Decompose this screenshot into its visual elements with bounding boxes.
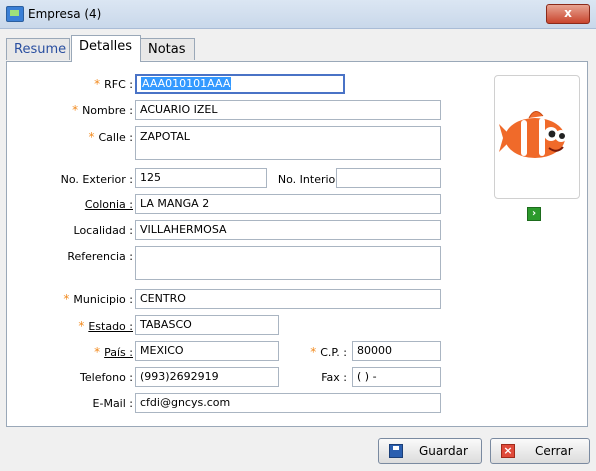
required-asterisk-icon: * [78, 319, 85, 333]
estado-field[interactable]: TABASCO [135, 315, 279, 335]
estado-label: * Estado : [78, 319, 133, 333]
rfc-label: * RFC : [94, 77, 133, 91]
required-asterisk-icon: * [310, 345, 317, 359]
rfc-field[interactable]: AAA010101AAA [135, 74, 345, 94]
required-asterisk-icon: * [94, 345, 101, 359]
tab-resume[interactable]: Resume [6, 38, 70, 60]
save-button[interactable]: Guardar [378, 438, 482, 464]
colonia-field[interactable]: LA MANGA 2 [135, 194, 441, 214]
required-asterisk-icon: * [72, 103, 79, 117]
nombre-label: * Nombre : [72, 103, 133, 117]
nombre-field[interactable]: ACUARIO IZEL [135, 100, 441, 120]
fax-field[interactable]: ( ) - [352, 367, 441, 387]
required-asterisk-icon: * [63, 292, 70, 306]
close-button[interactable]: × Cerrar [490, 438, 590, 464]
tab-notas[interactable]: Notas [140, 38, 195, 60]
email-label: E-Mail : [92, 397, 133, 410]
no-exterior-label: No. Exterior : [60, 173, 133, 186]
municipio-label: * Municipio : [63, 292, 133, 306]
title-bar: Empresa (4) x [0, 0, 596, 29]
tab-detalles[interactable]: Detalles [71, 35, 141, 62]
localidad-label: Localidad : [73, 224, 133, 237]
cp-field[interactable]: 80000 [352, 341, 441, 361]
referencia-field[interactable] [135, 246, 441, 280]
required-asterisk-icon: * [94, 77, 101, 91]
fax-label: Fax : [321, 371, 347, 384]
colonia-label: Colonia : [84, 198, 133, 211]
details-panel: * RFC : AAA010101AAA * Nombre : ACUARIO IZ… [6, 61, 588, 427]
no-exterior-field[interactable]: 125 [135, 168, 267, 188]
window-close-button[interactable]: x [546, 4, 590, 24]
email-field[interactable]: cfdi@gncys.com [135, 393, 441, 413]
close-icon: × [501, 444, 515, 458]
referencia-label: Referencia : [67, 250, 133, 263]
calle-label: * Calle : [88, 130, 133, 144]
required-asterisk-icon: * [88, 130, 95, 144]
telefono-field[interactable]: (993)2692919 [135, 367, 279, 387]
cp-label: * C.P. : [310, 345, 347, 359]
pais-field[interactable]: MEXICO [135, 341, 279, 361]
app-icon [6, 6, 24, 22]
telefono-label: Telefono : [80, 371, 133, 384]
save-icon [389, 444, 403, 458]
no-interior-field[interactable] [336, 168, 441, 188]
pais-label: * País : [94, 345, 133, 359]
company-logo-frame[interactable] [494, 75, 580, 199]
clownfish-logo-icon [499, 111, 567, 158]
localidad-field[interactable]: VILLAHERMOSA [135, 220, 441, 240]
window-title: Empresa (4) [28, 7, 102, 21]
calle-field[interactable]: ZAPOTAL [135, 126, 441, 160]
municipio-field[interactable]: CENTRO [135, 289, 441, 309]
load-image-arrow-icon[interactable]: › [527, 207, 541, 221]
